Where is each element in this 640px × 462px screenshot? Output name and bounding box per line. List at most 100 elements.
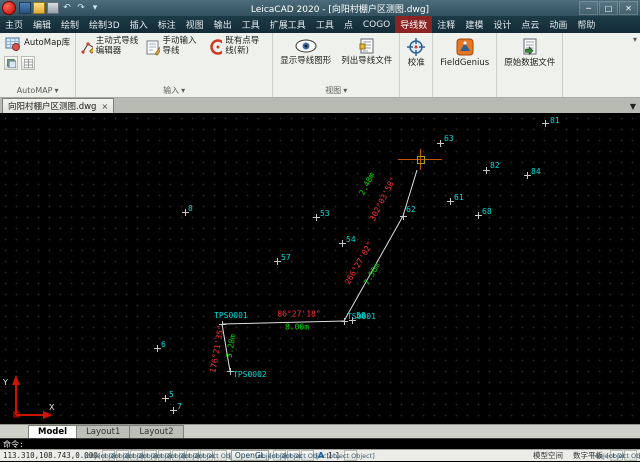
- calibrate-button[interactable]: 校准: [403, 34, 429, 69]
- ribbon-tab[interactable]: 导线数: [395, 16, 432, 33]
- automap-library-button[interactable]: AutoMap库: [3, 34, 72, 54]
- open-icon[interactable]: [33, 2, 45, 14]
- automap-small-button-2[interactable]: [21, 56, 35, 70]
- ribbon-tab[interactable]: 建模: [460, 16, 488, 33]
- undo-icon[interactable]: ↶: [61, 2, 73, 14]
- ucs-y-label: Y: [2, 378, 8, 387]
- layout-tab-bar: ModelLayout1Layout2: [0, 424, 640, 438]
- raw-data-file-button[interactable]: 原始数据文件: [500, 34, 559, 69]
- status-toggle-icon[interactable]: [object Object]: [301, 450, 314, 461]
- traverse-editor-button[interactable]: 主动式导线编辑器: [79, 34, 141, 60]
- layout-tab[interactable]: Model: [28, 425, 77, 438]
- ribbon-tab[interactable]: 扩展工具: [265, 16, 311, 33]
- point-marker: [274, 258, 281, 265]
- status-toggles-mid: [object Object][object Object][object Ob…: [273, 450, 314, 461]
- app-logo-icon[interactable]: [2, 1, 16, 15]
- ribbon-tab[interactable]: 标注: [153, 16, 181, 33]
- model-space-button[interactable]: 模型空间: [530, 449, 566, 462]
- title-bar: ↶↷▾ LeicaCAD 2020 - [向阳村棚户区测图.dwg] ─ □ ✕: [0, 0, 640, 16]
- status-icons-far-right: [object Object][object Object]: [610, 450, 637, 461]
- redo-icon[interactable]: ↷: [75, 2, 87, 14]
- ribbon-group-input: 主动式导线编辑器 手动输入导线 既有点导线(新) 输入 ▾: [76, 33, 273, 97]
- close-document-icon[interactable]: ×: [101, 102, 108, 111]
- traverse-annotation: 7.56m: [362, 261, 382, 286]
- ribbon-tab[interactable]: 点云: [516, 16, 544, 33]
- raw-data-file-icon: [521, 38, 539, 56]
- status-toggles-left: [object Object][object Object][object Ob…: [102, 450, 227, 461]
- point-marker: [447, 198, 454, 205]
- command-prompt: 命令:: [3, 439, 24, 450]
- existing-point-traverse-button[interactable]: 既有点导线(新): [207, 34, 269, 60]
- point-label: 84: [531, 167, 541, 176]
- point-marker: [400, 213, 407, 220]
- ribbon-tab[interactable]: 动画: [544, 16, 572, 33]
- eye-icon: [295, 38, 317, 54]
- ribbon-tab[interactable]: 编辑: [28, 16, 56, 33]
- status-toggle-icon[interactable]: [object Object]: [344, 450, 357, 461]
- ribbon-tab[interactable]: 点: [339, 16, 358, 33]
- ribbon: AutoMap库 AutoMAP ▾ 主动式导线编辑器: [0, 33, 640, 98]
- ucs-x-label: X: [49, 403, 55, 412]
- point-marker: [154, 345, 161, 352]
- manual-input-icon: [145, 38, 159, 56]
- list-traverse-file-button[interactable]: 列出导线文件: [337, 34, 396, 67]
- point-label: TPS0002: [233, 370, 267, 379]
- ribbon-tab[interactable]: 绘制3D: [84, 16, 125, 33]
- document-tab-label: 向阳村棚户区测图.dwg: [8, 100, 96, 112]
- ribbon-tab[interactable]: 帮助: [572, 16, 600, 33]
- drawing-canvas[interactable]: 81638284616853854575865762TPS0001TS0001T…: [0, 113, 640, 424]
- traverse-annotation: 5.28m: [224, 333, 237, 358]
- show-traverse-graphics-label: 显示导线图形: [280, 57, 331, 67]
- ribbon-tab[interactable]: 输出: [209, 16, 237, 33]
- chevron-down-icon: ▾: [343, 86, 347, 95]
- annotation-scale-icon[interactable]: A: [318, 451, 324, 460]
- save-icon[interactable]: [19, 2, 31, 14]
- fieldgenius-button[interactable]: FieldGenius: [436, 34, 493, 69]
- layout-tab[interactable]: Layout2: [129, 425, 183, 438]
- window-controls: ─ □ ✕: [579, 1, 638, 15]
- ribbon-tab[interactable]: 插入: [125, 16, 153, 33]
- automap-small-button-1[interactable]: [4, 56, 18, 70]
- calibrate-icon: [407, 38, 425, 56]
- ribbon-group-calibrate: 校准: [400, 33, 433, 97]
- point-label: 82: [490, 161, 500, 170]
- document-tab[interactable]: 向阳村棚户区测图.dwg ×: [2, 98, 114, 113]
- ribbon-tab[interactable]: 工具: [311, 16, 339, 33]
- status-toggle-icon[interactable]: [object Object]: [214, 450, 227, 461]
- document-list-dropdown-icon[interactable]: ▼: [630, 102, 636, 111]
- ribbon-group-automap: AutoMap库 AutoMAP ▾: [0, 33, 76, 97]
- close-button[interactable]: ✕: [619, 1, 638, 15]
- layout-tab[interactable]: Layout1: [76, 425, 130, 438]
- ribbon-tab[interactable]: 主页: [0, 16, 28, 33]
- point-marker: [524, 172, 531, 179]
- list-traverse-file-label: 列出导线文件: [341, 57, 392, 67]
- ribbon-tab[interactable]: 设计: [488, 16, 516, 33]
- ribbon-collapse-icon[interactable]: ▾: [633, 35, 637, 44]
- ribbon-group-label-view[interactable]: 视图 ▾: [276, 84, 396, 97]
- command-line[interactable]: 命令:: [0, 438, 640, 449]
- point-label: 63: [444, 134, 454, 143]
- qat-dropdown-icon[interactable]: ▾: [89, 2, 101, 14]
- show-traverse-graphics-button[interactable]: 显示导线图形: [276, 34, 335, 67]
- ribbon-tab[interactable]: 工具: [237, 16, 265, 33]
- ribbon-tab[interactable]: 注释: [432, 16, 460, 33]
- minimize-button[interactable]: ─: [579, 1, 598, 15]
- maximize-button[interactable]: □: [599, 1, 618, 15]
- ribbon-group-label-input[interactable]: 输入 ▾: [79, 84, 269, 97]
- status-settings-icon[interactable]: [object Object]: [624, 450, 637, 461]
- point-marker: [475, 212, 482, 219]
- traverse-annotation: 8.00m: [285, 323, 309, 332]
- point-label: 5: [169, 390, 174, 399]
- ribbon-tab[interactable]: 绘制: [56, 16, 84, 33]
- ribbon-tab[interactable]: COGO: [358, 16, 395, 33]
- print-icon[interactable]: [47, 2, 59, 14]
- point-label: 57: [281, 253, 291, 262]
- fieldgenius-label: FieldGenius: [440, 59, 489, 69]
- manual-input-traverse-button[interactable]: 手动输入导线: [143, 34, 205, 60]
- ribbon-group-fieldgenius: FieldGenius: [433, 33, 497, 97]
- existing-point-label: 既有点导线(新): [225, 37, 267, 57]
- ribbon-group-label-automap[interactable]: AutoMAP ▾: [3, 84, 72, 97]
- quick-access-toolbar: ↶↷▾: [19, 2, 101, 14]
- point-marker: [483, 167, 490, 174]
- ribbon-tab[interactable]: 视图: [181, 16, 209, 33]
